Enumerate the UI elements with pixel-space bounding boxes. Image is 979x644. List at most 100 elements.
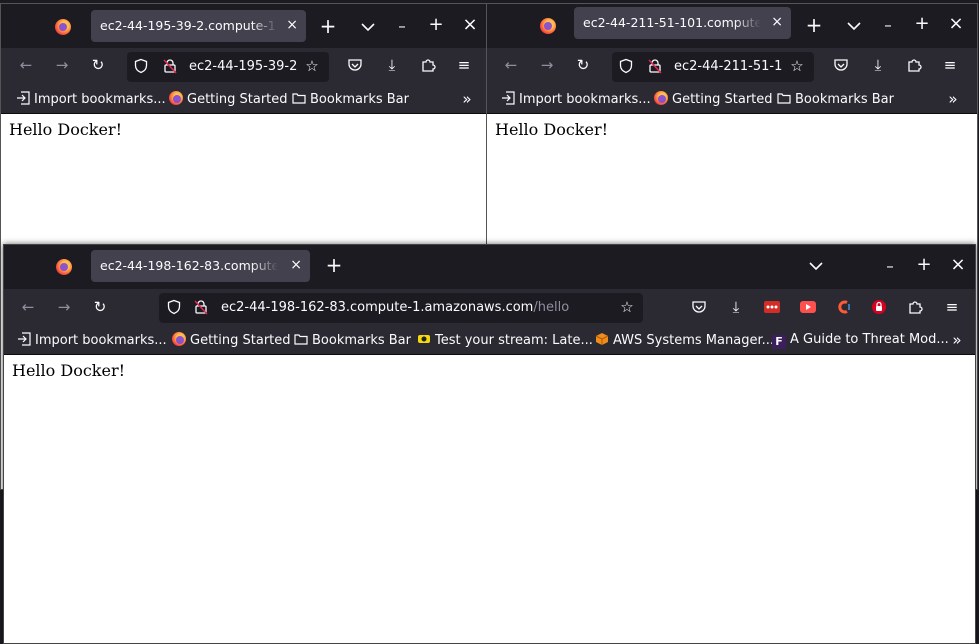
- close-tab-icon[interactable]: ×: [290, 257, 302, 273]
- bookmarks-overflow-icon[interactable]: »: [458, 91, 476, 109]
- new-tab-button[interactable]: +: [319, 16, 337, 36]
- bookmark-label: Test your stream: Late...: [435, 333, 593, 348]
- tab-list-chevron-down-icon[interactable]: [845, 17, 863, 35]
- tab-active[interactable]: ec2-44-198-162-83.compute-1.amazonaws.co…: [91, 250, 310, 282]
- download-icon[interactable]: ⤓: [869, 57, 887, 75]
- bookmarks-overflow-icon[interactable]: »: [944, 91, 962, 109]
- reload-icon[interactable]: ↻: [574, 57, 592, 75]
- import-icon: [17, 332, 31, 346]
- youtube-extension-icon[interactable]: [799, 299, 817, 317]
- maximize-button[interactable]: +: [913, 15, 931, 34]
- firefox-icon: [172, 332, 186, 346]
- import-icon: [16, 91, 30, 105]
- firefox-icon: [169, 91, 183, 105]
- bookmark-import[interactable]: Import bookmarks...: [16, 91, 166, 107]
- bookmark-import[interactable]: Import bookmarks...: [501, 91, 651, 107]
- firefox-logo-icon: [540, 18, 556, 34]
- bookmark-getting-started[interactable]: Getting Started: [169, 91, 288, 107]
- bookmark-label: Import bookmarks...: [35, 333, 167, 348]
- tab-list-chevron-down-icon[interactable]: [359, 18, 377, 36]
- bookmark-label: A Guide to Threat Mod...: [790, 332, 949, 347]
- bookmark-getting-started[interactable]: Getting Started: [172, 332, 291, 348]
- url-text: ec2-44-211-51-101: [674, 59, 782, 74]
- insecure-lock-icon[interactable]: [647, 58, 665, 76]
- minimize-button[interactable]: –: [881, 258, 899, 276]
- pocket-icon[interactable]: [833, 57, 851, 75]
- bookmark-aws-systems-manager[interactable]: AWS Systems Manager...: [595, 332, 774, 348]
- bookmark-test-your-stream[interactable]: Test your stream: Late...: [417, 332, 593, 348]
- shield-icon[interactable]: [133, 58, 151, 76]
- url-bar[interactable]: ec2-44-198-162-83.compute-1.amazonaws.co…: [159, 293, 643, 323]
- bookmark-star-icon[interactable]: ☆: [788, 58, 806, 76]
- hamburger-menu-icon[interactable]: ≡: [943, 299, 961, 317]
- firefox-logo-icon: [55, 19, 71, 35]
- title-bar: ec2-44-195-39-2.compute-1.amazonaws.com …: [1, 4, 486, 48]
- bookmark-import[interactable]: Import bookmarks...: [17, 332, 167, 348]
- bookmark-getting-started[interactable]: Getting Started: [654, 91, 773, 107]
- title-bar: ec2-44-211-51-101.compute-1.amazonaws.co…: [487, 4, 977, 48]
- firefox-logo-icon: [56, 259, 72, 275]
- browser-window-3: ec2-44-198-162-83.compute-1.amazonaws.co…: [3, 244, 976, 644]
- extensions-puzzle-icon[interactable]: [906, 57, 924, 75]
- url-bar[interactable]: ec2-44-211-51-101 ☆: [612, 52, 814, 82]
- close-window-button[interactable]: ×: [947, 15, 965, 34]
- back-arrow-icon[interactable]: ←: [502, 57, 520, 75]
- pocket-icon[interactable]: [347, 57, 365, 75]
- bookmark-threat-modeling-guide[interactable]: F A Guide to Threat Mod...: [772, 332, 949, 349]
- page-text: Hello Docker!: [495, 120, 609, 139]
- tab-active[interactable]: ec2-44-211-51-101.compute-1.amazonaws.co…: [574, 7, 791, 39]
- bookmark-label: Getting Started: [672, 92, 773, 107]
- firefox-icon: [654, 91, 668, 105]
- close-window-button[interactable]: ×: [949, 256, 967, 275]
- c-extension-icon[interactable]: [835, 299, 853, 317]
- bookmark-folder-bookmarks-bar[interactable]: Bookmarks Bar: [292, 91, 409, 107]
- download-icon[interactable]: ⤓: [383, 57, 401, 75]
- forward-arrow-icon[interactable]: →: [53, 57, 71, 75]
- bookmark-star-icon[interactable]: ☆: [303, 58, 321, 76]
- close-window-button[interactable]: ×: [461, 16, 479, 35]
- forward-arrow-icon[interactable]: →: [55, 299, 73, 317]
- hamburger-menu-icon[interactable]: ≡: [941, 57, 959, 75]
- insecure-lock-icon[interactable]: [162, 58, 180, 76]
- download-icon[interactable]: ⤓: [727, 299, 745, 317]
- new-tab-button[interactable]: +: [805, 15, 823, 35]
- shield-icon[interactable]: [166, 299, 184, 317]
- maximize-button[interactable]: +: [427, 16, 445, 35]
- reload-icon[interactable]: ↻: [89, 57, 107, 75]
- bookmark-label: Bookmarks Bar: [795, 92, 894, 107]
- bookmarks-overflow-icon[interactable]: »: [948, 332, 966, 350]
- insecure-lock-icon[interactable]: [193, 299, 211, 317]
- new-tab-button[interactable]: +: [325, 255, 343, 275]
- url-host: ec2-44-198-162-83.compute-1.amazonaws.co…: [221, 300, 534, 315]
- hamburger-menu-icon[interactable]: ≡: [455, 57, 473, 75]
- shield-icon[interactable]: [618, 58, 636, 76]
- title-bar: ec2-44-198-162-83.compute-1.amazonaws.co…: [4, 245, 975, 289]
- minimize-button[interactable]: –: [393, 18, 411, 36]
- back-arrow-icon[interactable]: ←: [17, 57, 35, 75]
- forward-arrow-icon[interactable]: →: [538, 57, 556, 75]
- bookmarks-toolbar: Import bookmarks... Getting Started Book…: [487, 85, 977, 114]
- close-tab-icon[interactable]: ×: [771, 14, 783, 30]
- bookmark-folder-bookmarks-bar[interactable]: Bookmarks Bar: [294, 332, 411, 348]
- bookmark-label: Getting Started: [187, 92, 288, 107]
- bookmark-label: AWS Systems Manager...: [613, 333, 774, 348]
- lastpass-extension-icon[interactable]: [763, 299, 781, 317]
- bookmark-folder-bookmarks-bar[interactable]: Bookmarks Bar: [777, 91, 894, 107]
- reload-icon[interactable]: ↻: [91, 299, 109, 317]
- close-tab-icon[interactable]: ×: [286, 17, 298, 33]
- bookmark-star-icon[interactable]: ☆: [618, 299, 636, 317]
- extensions-puzzle-icon[interactable]: [420, 57, 438, 75]
- tab-active[interactable]: ec2-44-195-39-2.compute-1.amazonaws.com …: [91, 10, 306, 42]
- lock-extension-icon[interactable]: [871, 299, 889, 317]
- tab-title: ec2-44-198-162-83.compute-1.amazonaws.co…: [100, 258, 278, 273]
- maximize-button[interactable]: +: [915, 256, 933, 275]
- pocket-icon[interactable]: [691, 299, 709, 317]
- nav-toolbar: ← → ↻ ec2-44-195-39-2.c ☆ ⤓ ≡: [1, 48, 486, 85]
- url-bar[interactable]: ec2-44-195-39-2.c ☆: [127, 52, 329, 82]
- extensions-puzzle-icon[interactable]: [907, 299, 925, 317]
- folder-icon: [294, 332, 308, 346]
- bookmark-label: Bookmarks Bar: [312, 333, 411, 348]
- minimize-button[interactable]: –: [879, 17, 897, 35]
- back-arrow-icon[interactable]: ←: [19, 299, 37, 317]
- tab-list-chevron-down-icon[interactable]: [807, 257, 825, 275]
